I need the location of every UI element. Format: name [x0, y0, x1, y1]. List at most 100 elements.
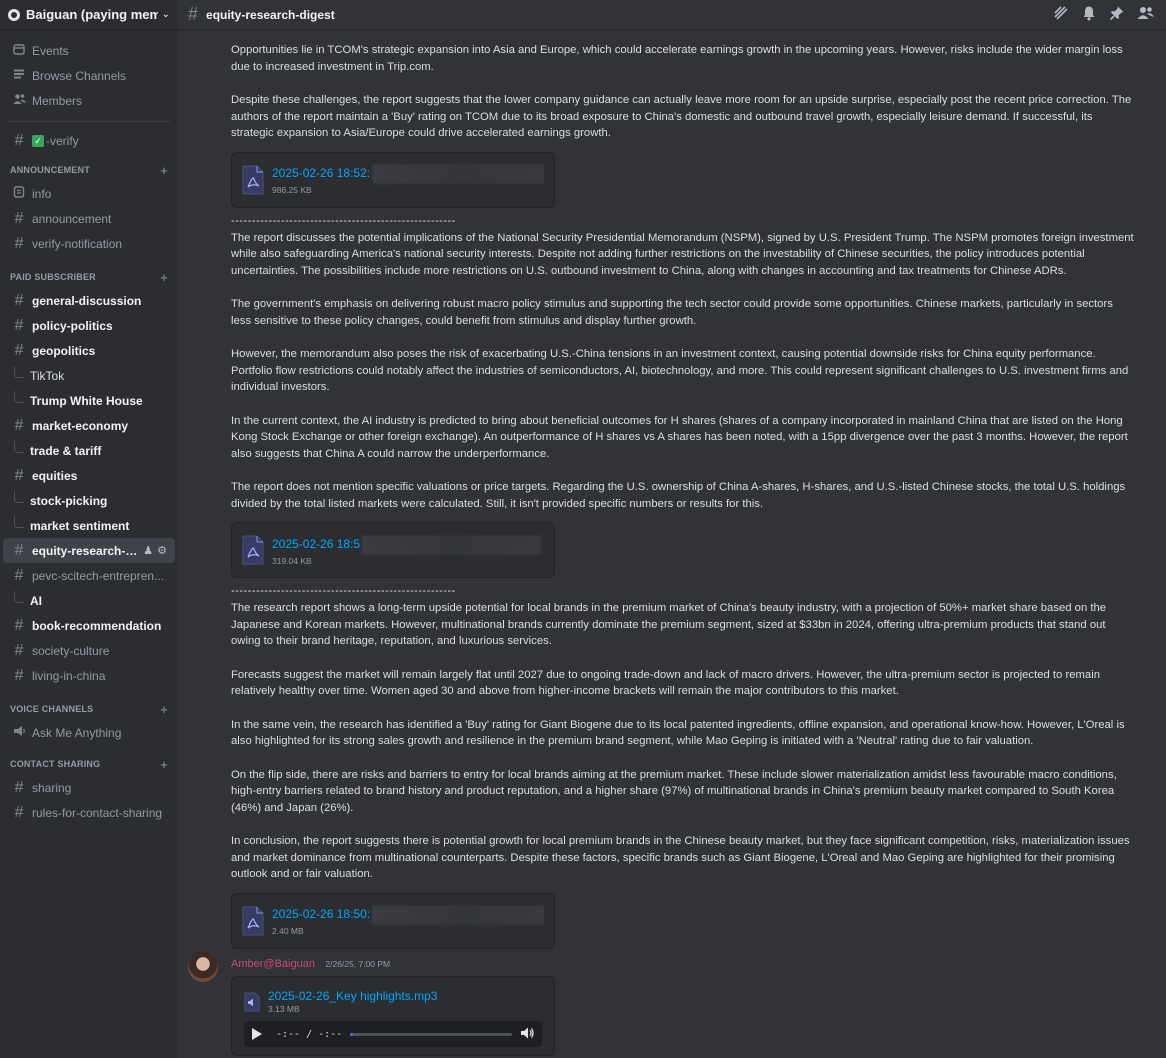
sidebar-item-label: living-in-china [32, 668, 106, 683]
audio-file-icon [244, 992, 260, 1012]
sidebar-item-geopolitics[interactable]: # geopolitics [3, 338, 175, 363]
file-name-link[interactable]: 2025-02-26 18:5 [272, 534, 544, 555]
channel-sidebar: Baiguan (paying mem... ⌄ Events Browse C… [0, 0, 178, 1058]
category-paid-subscriber[interactable]: PAID SUBSCRIBER + [0, 266, 178, 288]
sidebar-item-members[interactable]: Members [3, 88, 175, 113]
sidebar-item-label: market-economy [32, 418, 129, 433]
audio-seek-bar[interactable] [350, 1032, 512, 1036]
sidebar-item-equities[interactable]: # equities [3, 463, 175, 488]
volume-icon[interactable] [520, 1026, 534, 1043]
sidebar-item-book-recommendation[interactable]: # book-recommendation [3, 613, 175, 638]
add-channel-icon[interactable]: + [160, 163, 168, 178]
sidebar-item-policy-politics[interactable]: # policy-politics [3, 313, 175, 338]
sidebar-item-browse-channels[interactable]: Browse Channels [3, 63, 175, 88]
add-channel-icon[interactable]: + [160, 270, 168, 285]
category-announcement[interactable]: ANNOUNCEMENT + [0, 159, 178, 181]
text-divider: ----------------------------------------… [231, 214, 456, 227]
hash-icon: # [14, 803, 24, 821]
sidebar-item-society-culture[interactable]: # society-culture [3, 638, 175, 663]
file-name: 2025-02-26 18:52: [272, 166, 371, 181]
pin-icon[interactable] [1109, 5, 1125, 24]
thread-trump-white-house[interactable]: Trump White House [0, 388, 178, 413]
sidebar-item-market-economy[interactable]: # market-economy [3, 413, 175, 438]
sidebar-item-verify-notification[interactable]: # verify-notification [3, 231, 175, 256]
file-meta: 2025-02-26 18:5 319.04 KB [272, 534, 544, 566]
hash-icon: # [14, 209, 24, 227]
message-paragraph: Despite these challenges, the report sug… [231, 94, 1132, 139]
thread-branch [14, 515, 24, 528]
message-paragraph: Forecasts suggest the market will remain… [231, 668, 1101, 698]
sidebar-item-ask-me-anything[interactable]: Ask Me Anything [3, 720, 175, 745]
sidebar-item-label: policy-politics [32, 318, 113, 333]
sidebar-item-label: Members [32, 93, 83, 108]
sidebar-item-label: pevc-scitech-entrepren... [32, 568, 165, 583]
sidebar-item-label: geopolitics [32, 343, 96, 358]
add-channel-icon[interactable]: + [160, 757, 168, 772]
add-channel-icon[interactable]: + [160, 702, 168, 717]
thread-market-sentiment[interactable]: market sentiment [0, 513, 178, 538]
header-toolbar [1053, 5, 1166, 24]
hash-icon: # [14, 541, 24, 559]
hash-icon: # [14, 641, 24, 659]
file-name-link[interactable]: 2025-02-26 18:50: [272, 905, 544, 925]
hash-icon: # [14, 131, 24, 149]
file-attachment[interactable]: 2025-02-26 18:52: 986.25 KB [231, 151, 555, 208]
thread-ai[interactable]: AI [0, 588, 178, 613]
sidebar-item-living-in-china[interactable]: # living-in-china [3, 663, 175, 688]
thread-branch [14, 590, 24, 603]
hash-icon: # [14, 778, 24, 796]
thread-trade-tariff[interactable]: trade & tariff [0, 438, 178, 463]
bell-icon[interactable] [1081, 5, 1097, 24]
avatar[interactable] [188, 952, 218, 982]
play-icon[interactable] [252, 1028, 262, 1040]
sidebar-item-label: Browse Channels [32, 68, 127, 83]
file-attachment[interactable]: 2025-02-26 18:5 319.04 KB [231, 522, 555, 578]
server-icon [8, 8, 20, 21]
sidebar-item-announcement[interactable]: # announcement [3, 206, 175, 231]
sidebar-item-label: announcement [32, 211, 112, 226]
audio-file-name[interactable]: 2025-02-26_Key highlights.mp3 [268, 989, 542, 1003]
file-name-link[interactable]: 2025-02-26 18:52: [272, 164, 544, 184]
list-icon [12, 68, 26, 83]
message-list[interactable]: Opportunities lie in TCOM's strategic ex… [178, 30, 1166, 1058]
sidebar-item-rules-for-contact-sharing[interactable]: # rules-for-contact-sharing [3, 800, 175, 825]
sidebar-item-sharing[interactable]: # sharing [3, 775, 175, 800]
hash-icon: # [14, 666, 24, 684]
file-name: 2025-02-26 18:5 [272, 536, 361, 551]
file-attachment[interactable]: 2025-02-26 18:50: 2.40 MB [231, 892, 555, 949]
gear-icon[interactable]: ⚙ [157, 544, 167, 557]
redacted-blur [372, 164, 544, 184]
pdf-file-icon [242, 535, 264, 565]
audio-attachment[interactable]: 2025-02-26_Key highlights.mp3 3.13 MB -:… [231, 976, 555, 1056]
threads-icon[interactable] [1053, 5, 1069, 24]
category-contact-sharing[interactable]: CONTACT SHARING + [0, 753, 178, 775]
stage-icon [12, 725, 26, 740]
sidebar-item-pevc-scitech[interactable]: # pevc-scitech-entrepren... [3, 563, 175, 588]
sidebar-item-label: Ask Me Anything [32, 725, 122, 740]
message-paragraph: The government's emphasis on delivering … [231, 298, 1113, 327]
thread-label: TikTok [30, 368, 65, 383]
hash-icon: # [14, 234, 24, 252]
thread-label: stock-picking [30, 493, 108, 508]
sidebar-item-equity-research-digest[interactable]: # equity-research-di... ♟ ⚙ [3, 538, 175, 563]
message-timestamp: 2/26/25, 7:00 PM [325, 959, 391, 969]
thread-branch [14, 365, 24, 378]
check-emoji-icon: ✓ [32, 134, 44, 147]
calendar-icon [12, 43, 26, 58]
sidebar-item-verify[interactable]: # ✓ -verify [3, 128, 175, 153]
invite-icon[interactable]: ♟ [143, 544, 153, 557]
sidebar-item-info[interactable]: info [3, 181, 175, 206]
thread-branch [14, 440, 24, 453]
member-list-icon[interactable] [1137, 5, 1154, 24]
author-name[interactable]: Amber@Baiguan [231, 958, 315, 970]
thread-tiktok[interactable]: TikTok [0, 363, 178, 388]
server-header[interactable]: Baiguan (paying mem... ⌄ [0, 0, 178, 30]
sidebar-item-events[interactable]: Events [3, 38, 175, 63]
text-divider: ----------------------------------------… [231, 585, 456, 597]
file-name: 2025-02-26 18:50: [272, 907, 371, 922]
sidebar-item-general-discussion[interactable]: # general-discussion [3, 288, 175, 313]
thread-stock-picking[interactable]: stock-picking [0, 488, 178, 513]
chevron-down-icon[interactable]: ⌄ [162, 9, 170, 20]
message-paragraph: In the current context, the AI industry … [231, 414, 1128, 460]
category-voice-channels[interactable]: VOICE CHANNELS + [0, 698, 178, 720]
